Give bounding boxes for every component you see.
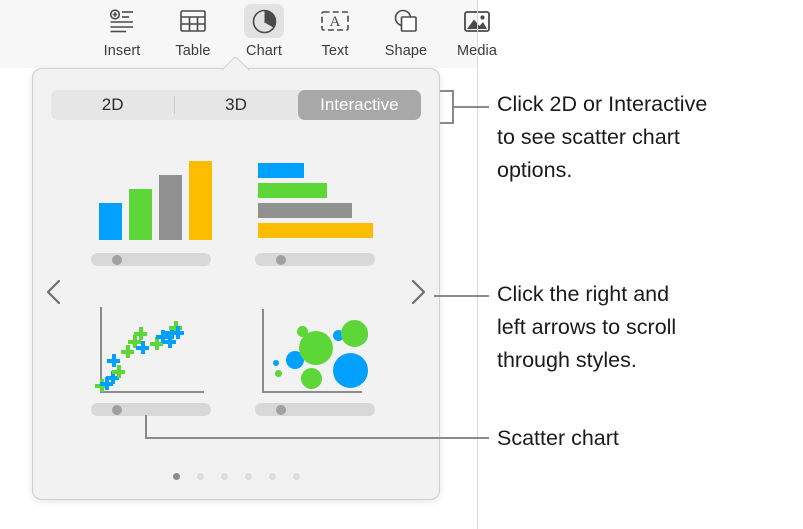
callout-modes-line-1: Click 2D or Interactive xyxy=(497,92,708,116)
scatter-x-axis xyxy=(100,391,204,393)
screenshot-root: Insert Table Chart A Text Shape Media 2D… xyxy=(0,0,803,529)
scatter-marker-blue xyxy=(107,354,120,367)
callout-arrows: Click the right and left arrows to scrol… xyxy=(497,278,797,377)
page-dot-6[interactable] xyxy=(292,473,300,480)
toolbar-button-table[interactable]: Table xyxy=(157,4,229,64)
segment-3d[interactable]: 3D xyxy=(174,90,297,120)
segment-2d[interactable]: 2D xyxy=(51,90,174,120)
bar-bar-4 xyxy=(258,223,373,238)
scatter-marker-green xyxy=(134,327,147,340)
bar-chart-slider[interactable] xyxy=(255,253,375,266)
column-bar-1 xyxy=(99,203,122,240)
bubble-chart-art xyxy=(245,297,400,397)
insert-icon xyxy=(102,4,142,38)
segment-3d-label: 3D xyxy=(225,95,247,114)
bar-bar-1 xyxy=(258,163,304,178)
chevron-left-icon xyxy=(46,279,61,305)
callout-leader-scatter-horizontal xyxy=(145,437,489,439)
bubble-green xyxy=(301,368,322,389)
scatter-chart-slider[interactable] xyxy=(91,403,211,416)
popover-pointer xyxy=(221,54,249,70)
toolbar-label-table: Table xyxy=(175,43,211,59)
bar-bar-3 xyxy=(258,203,352,218)
callout-leader-modes xyxy=(452,106,489,108)
chart-pie-icon xyxy=(244,4,284,38)
bubble-green xyxy=(275,370,282,377)
toolbar-button-text[interactable]: A Text xyxy=(299,4,371,64)
chart-mode-segmented-control[interactable]: 2D 3D Interactive xyxy=(51,90,421,120)
segment-interactive-label: Interactive xyxy=(320,95,399,114)
page-dot-4[interactable] xyxy=(244,473,252,480)
callout-modes: Click 2D or Interactive to see scatter c… xyxy=(497,88,797,187)
bar-chart-slider-knob[interactable] xyxy=(276,254,286,265)
column-chart-slider[interactable] xyxy=(91,253,211,266)
toolbar-label-insert: Insert xyxy=(103,43,141,59)
segment-interactive[interactable]: Interactive xyxy=(297,90,421,120)
previous-style-arrow[interactable] xyxy=(41,274,67,310)
bubble-chart-slider[interactable] xyxy=(255,403,375,416)
svg-text:A: A xyxy=(330,14,341,30)
chart-style-popover: 2D 3D Interactive xyxy=(32,68,440,500)
chart-thumb-bubble[interactable] xyxy=(245,297,400,427)
chart-thumb-column[interactable] xyxy=(81,147,236,277)
bubble-blue xyxy=(333,353,368,388)
toolbar-button-insert[interactable]: Insert xyxy=(86,4,158,64)
scatter-marker-blue xyxy=(171,326,184,339)
bubble-green xyxy=(299,331,333,365)
callout-modes-line-2: to see scatter chart xyxy=(497,125,680,149)
scatter-chart-slider-knob[interactable] xyxy=(112,404,122,415)
page-dot-3[interactable] xyxy=(220,473,228,480)
chevron-right-icon xyxy=(411,279,426,305)
column-bar-4 xyxy=(189,161,212,240)
segment-divider xyxy=(174,96,176,114)
bubble-x-axis xyxy=(262,391,362,393)
canvas-right-edge xyxy=(477,0,478,529)
chart-thumb-bar[interactable] xyxy=(245,147,400,277)
callout-arrows-line-1: Click the right and xyxy=(497,282,670,306)
toolbar-label-text: Text xyxy=(321,43,349,59)
column-chart-art xyxy=(81,147,236,247)
text-box-icon: A xyxy=(315,4,355,38)
callout-modes-line-3: options. xyxy=(497,158,573,182)
column-chart-slider-knob[interactable] xyxy=(112,254,122,265)
shape-icon xyxy=(386,4,426,38)
page-indicator-dots[interactable] xyxy=(33,473,439,480)
callout-scatter: Scatter chart xyxy=(497,422,797,455)
callout-leader-scatter-vertical xyxy=(145,415,147,439)
next-style-arrow[interactable] xyxy=(405,274,431,310)
chart-thumb-scatter[interactable] xyxy=(81,297,236,427)
page-dot-1[interactable] xyxy=(172,473,180,480)
bubble-chart-slider-knob[interactable] xyxy=(276,404,286,415)
scatter-marker-blue xyxy=(136,341,149,354)
bar-bar-2 xyxy=(258,183,327,198)
table-icon xyxy=(173,4,213,38)
toolbar-button-shape[interactable]: Shape xyxy=(370,4,442,64)
bubble-y-axis xyxy=(262,309,264,393)
bubble-blue xyxy=(273,360,279,366)
bar-chart-art xyxy=(245,147,400,247)
column-bar-3 xyxy=(159,175,182,240)
callout-arrows-line-3: through styles. xyxy=(497,348,637,372)
column-bar-2 xyxy=(129,189,152,240)
scatter-chart-art xyxy=(81,297,236,397)
page-dot-2[interactable] xyxy=(196,473,204,480)
bubble-green xyxy=(341,320,368,347)
callout-scatter-line-1: Scatter chart xyxy=(497,426,619,450)
page-dot-5[interactable] xyxy=(268,473,276,480)
toolbar-label-shape: Shape xyxy=(384,43,428,59)
callout-arrows-line-2: left arrows to scroll xyxy=(497,315,677,339)
segment-2d-label: 2D xyxy=(101,95,124,114)
callout-leader-arrows xyxy=(434,295,489,297)
